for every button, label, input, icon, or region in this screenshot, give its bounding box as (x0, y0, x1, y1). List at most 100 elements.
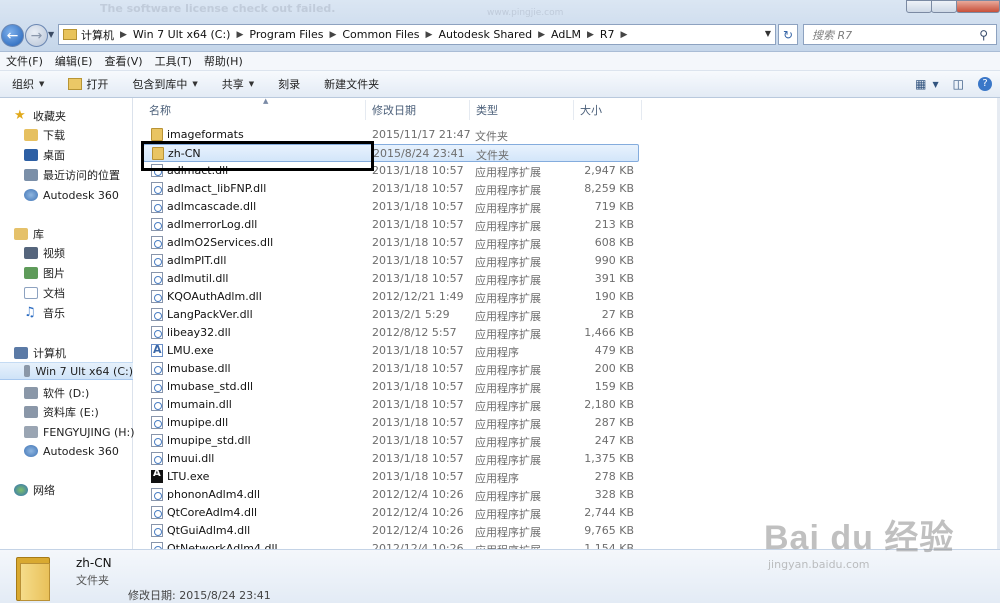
file-row[interactable]: adlmutil.dll 2013/1/18 10:57 应用程序扩展 391 KB (143, 270, 639, 288)
nav-drive-h[interactable]: FENGYUJING (H:) (24, 423, 135, 441)
nav-favorites[interactable]: ★ 收藏夹 (14, 107, 66, 125)
breadcrumb-item[interactable]: Program Files (249, 28, 323, 41)
file-row[interactable]: QtGuiAdlm4.dll 2012/12/4 10:26 应用程序扩展 9,765… (143, 522, 639, 540)
breadcrumb-item[interactable]: Common Files (342, 28, 419, 41)
file-row[interactable]: adlmerrorLog.dll 2013/1/18 10:57 应用程序扩展 213… (143, 216, 639, 234)
file-row[interactable]: adlmact_libFNP.dll 2013/1/18 10:57 应用程序扩展 8… (143, 180, 639, 198)
nav-drive-h-label: FENGYUJING (H:) (43, 425, 135, 439)
nav-computer[interactable]: 计算机 (14, 344, 66, 362)
nav-network[interactable]: 网络 (14, 481, 55, 499)
column-date[interactable]: 修改日期 (366, 100, 470, 120)
breadcrumb-separator-icon[interactable]: ▶ (329, 30, 336, 40)
file-row[interactable]: phononAdlm4.dll 2012/12/4 10:26 应用程序扩展 328 … (143, 486, 639, 504)
dll-file-icon (151, 398, 163, 411)
organize-button[interactable]: 组织 ▼ (12, 76, 44, 92)
file-size: 2,180 KB (584, 398, 634, 411)
file-type: 应用程序 (475, 346, 519, 359)
nav-drive-e[interactable]: 资料库 (E:) (24, 403, 99, 421)
file-row[interactable]: lmubase.dll 2013/1/18 10:57 应用程序扩展 200 KB (143, 360, 639, 378)
nav-libraries[interactable]: 库 (14, 225, 44, 243)
file-name: LMU.exe (167, 344, 214, 357)
nav-desktop[interactable]: 桌面 (24, 146, 65, 164)
forward-button[interactable]: → (25, 24, 48, 47)
search-input[interactable]: 搜索 R7 ⚲ (803, 24, 997, 45)
file-row[interactable]: lmupipe.dll 2013/1/18 10:57 应用程序扩展 287 KB (143, 414, 639, 432)
nav-pictures[interactable]: 图片 (24, 264, 65, 282)
file-row[interactable]: adlmcascade.dll 2013/1/18 10:57 应用程序扩展 719 … (143, 198, 639, 216)
menu-help[interactable]: 帮助(H) (204, 53, 243, 69)
dll-file-icon (151, 236, 163, 249)
breadcrumb-item[interactable]: 计算机 (81, 27, 114, 43)
file-name: lmupipe_std.dll (167, 434, 251, 447)
address-field[interactable]: 计算机 ▶ Win 7 Ult x64 (C:) ▶ Program Files ▶ Com… (58, 24, 776, 45)
breadcrumb-separator-icon[interactable]: ▶ (236, 30, 243, 40)
address-dropdown-icon[interactable]: ▼ (765, 29, 771, 38)
file-row[interactable]: adlmO2Services.dll 2013/1/18 10:57 应用程序扩展 6… (143, 234, 639, 252)
breadcrumb-item[interactable]: Win 7 Ult x64 (C:) (133, 28, 231, 41)
breadcrumb-item[interactable]: AdLM (551, 28, 581, 41)
nav-videos[interactable]: 视频 (24, 244, 65, 262)
file-row[interactable]: LTU.exe 2013/1/18 10:57 应用程序 278 KB (143, 468, 639, 486)
file-row[interactable]: lmumain.dll 2013/1/18 10:57 应用程序扩展 2,180 KB (143, 396, 639, 414)
nav-drive-c[interactable]: Win 7 Ult x64 (C:) (0, 362, 133, 380)
help-icon[interactable]: ? (978, 77, 992, 91)
nav-recent[interactable]: 最近访问的位置 (24, 166, 120, 184)
file-row[interactable]: QtCoreAdlm4.dll 2012/12/4 10:26 应用程序扩展 2,74… (143, 504, 639, 522)
menu-file[interactable]: 文件(F) (6, 53, 43, 69)
close-button[interactable] (956, 0, 1000, 13)
search-icon[interactable]: ⚲ (979, 28, 988, 42)
breadcrumb-separator-icon[interactable]: ▶ (621, 30, 628, 40)
column-type[interactable]: 类型 (470, 100, 574, 120)
file-row[interactable]: KQOAuthAdlm.dll 2012/12/21 1:49 应用程序扩展 190 … (143, 288, 639, 306)
file-name: libeay32.dll (167, 326, 231, 339)
minimize-button[interactable] (906, 0, 932, 13)
nav-documents[interactable]: 文档 (24, 284, 65, 302)
file-row[interactable]: LangPackVer.dll 2013/2/1 5:29 应用程序扩展 27 KB (143, 306, 639, 324)
column-name[interactable]: 名称 ▲ (143, 98, 366, 120)
chevron-down-icon: ▼ (192, 80, 198, 88)
file-size: 1,375 KB (584, 452, 634, 465)
file-row[interactable]: QtNetworkAdlm4.dll 2012/12/4 10:26 应用程序扩展 1… (143, 540, 639, 549)
back-button[interactable]: ← (1, 24, 24, 47)
include-in-library-button[interactable]: 包含到库中 ▼ (132, 76, 197, 92)
file-row[interactable]: LMU.exe 2013/1/18 10:57 应用程序 479 KB (143, 342, 639, 360)
burn-button[interactable]: 刻录 (278, 76, 300, 92)
view-dropdown-icon[interactable]: ▼ (933, 80, 939, 89)
nav-favorites-label: 收藏夹 (33, 110, 66, 123)
recent-pages-dropdown[interactable]: ▼ (48, 30, 54, 39)
preview-pane-icon[interactable]: ◫ (953, 77, 964, 91)
nav-autodesk-360-fav[interactable]: Autodesk 360 (24, 186, 119, 204)
nav-music[interactable]: ♫ 音乐 (24, 304, 65, 322)
file-name: adlmact_libFNP.dll (167, 182, 267, 195)
menu-tools[interactable]: 工具(T) (155, 53, 192, 69)
breadcrumb-separator-icon[interactable]: ▶ (120, 30, 127, 40)
view-options-icon[interactable]: ▦ (915, 77, 926, 91)
file-row[interactable]: lmuui.dll 2013/1/18 10:57 应用程序扩展 1,375 KB (143, 450, 639, 468)
new-folder-button[interactable]: 新建文件夹 (324, 76, 379, 92)
file-row[interactable]: lmubase_std.dll 2013/1/18 10:57 应用程序扩展 159 … (143, 378, 639, 396)
file-row[interactable]: lmupipe_std.dll 2013/1/18 10:57 应用程序扩展 247 … (143, 432, 639, 450)
file-size: 278 KB (594, 470, 634, 483)
arrow-right-icon: → (30, 27, 43, 44)
menu-edit[interactable]: 编辑(E) (55, 53, 93, 69)
breadcrumb-item[interactable]: Autodesk Shared (438, 28, 532, 41)
menu-view[interactable]: 查看(V) (104, 53, 142, 69)
nav-downloads[interactable]: 下载 (24, 126, 65, 144)
breadcrumb-item[interactable]: R7 (600, 28, 615, 41)
file-date: 2013/1/18 10:57 (372, 416, 464, 429)
nav-autodesk-360-computer[interactable]: Autodesk 360 (24, 442, 119, 460)
refresh-button[interactable]: ↻ (778, 24, 798, 45)
nav-drive-d[interactable]: 软件 (D:) (24, 384, 89, 402)
column-size[interactable]: 大小 (574, 100, 642, 120)
breadcrumb-separator-icon[interactable]: ▶ (426, 30, 433, 40)
dll-file-icon (151, 416, 163, 429)
maximize-button[interactable] (931, 0, 957, 13)
open-button[interactable]: 打开 (68, 76, 108, 92)
file-size: 2,744 KB (584, 506, 634, 519)
share-button[interactable]: 共享 ▼ (222, 76, 254, 92)
file-row[interactable]: libeay32.dll 2012/8/12 5:57 应用程序扩展 1,466 KB (143, 324, 639, 342)
breadcrumb-separator-icon[interactable]: ▶ (538, 30, 545, 40)
details-name: zh-CN (76, 556, 112, 570)
file-row[interactable]: adlmPIT.dll 2013/1/18 10:57 应用程序扩展 990 KB (143, 252, 639, 270)
breadcrumb-separator-icon[interactable]: ▶ (587, 30, 594, 40)
